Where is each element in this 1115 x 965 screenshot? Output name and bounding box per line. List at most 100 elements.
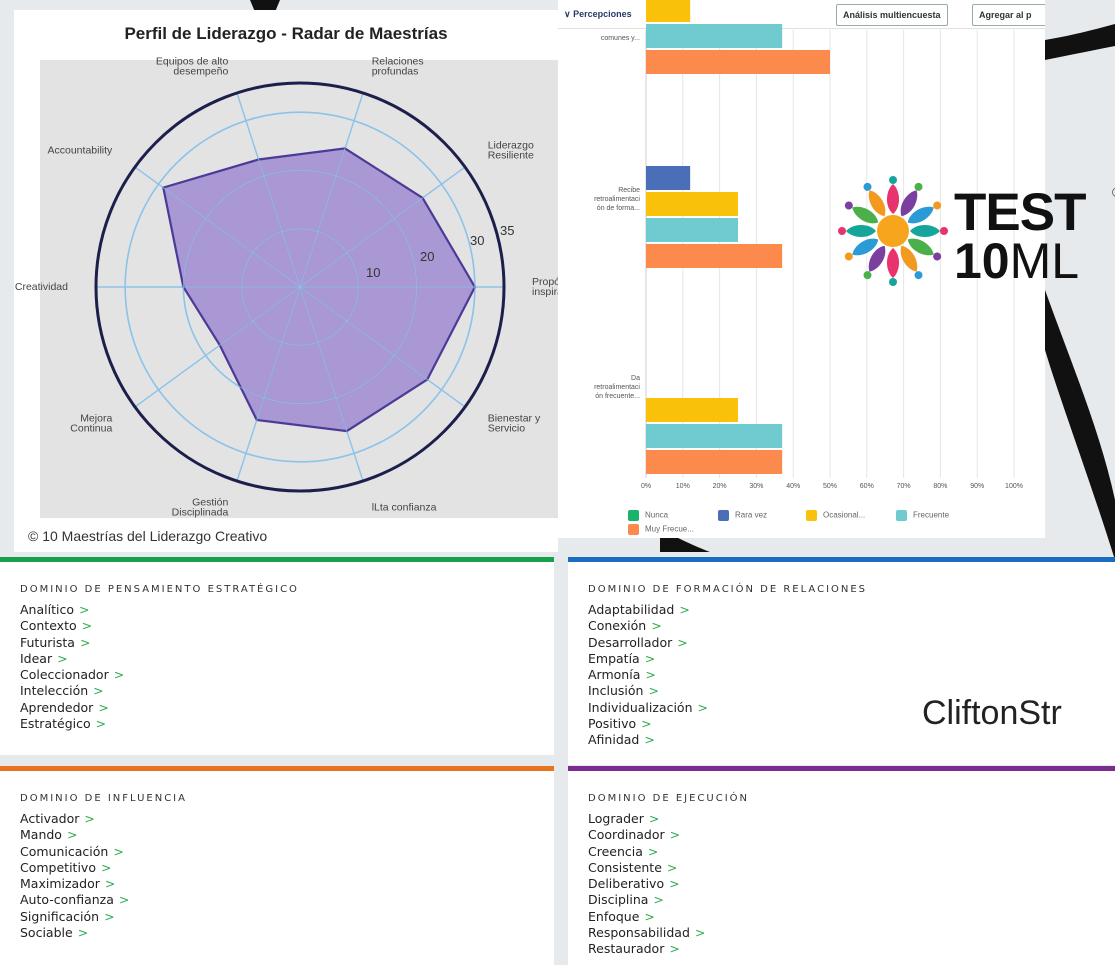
strength-label: Disciplina [588,892,649,908]
strength-link[interactable]: Adaptabilidad > [588,602,708,618]
logo-person-head [933,201,942,210]
strength-link[interactable]: Individualización > [588,700,708,716]
domain-title: DOMINIO DE EJECUCIÓN [588,793,749,804]
logo-person-head [889,278,897,286]
people-flower-logo-icon [838,176,948,286]
bar-x-tick-label: 30% [749,483,763,490]
strengths-list: Adaptabilidad > Conexión > Desarrollador > Emp… [588,602,708,749]
bar [646,424,783,448]
legend-swatch [896,510,907,521]
legend-label: Frecuente [913,510,950,520]
chevron-right-icon: > [697,699,708,715]
strength-link[interactable]: Empatía > [588,651,708,667]
strength-link[interactable]: Significación > [20,909,129,925]
strength-link[interactable]: Comunicación > [20,844,129,860]
strength-link[interactable]: Analítico > [20,602,124,618]
chevron-right-icon: > [104,908,115,924]
domain-executing-panel: DOMINIO DE EJECUCIÓN Lograder > Coordinador… [568,766,1115,965]
strength-link[interactable]: Armonía > [588,667,708,683]
domain-strategic-thinking-panel: DOMINIO DE PENSAMIENTO ESTRATÉGICO Analít… [0,557,554,755]
radar-axis-label: Liderazgo Resiliente [488,140,534,162]
test-10ml-logo: TEST 10ML ® [836,176,1115,289]
legend-label: Ocasional... [823,510,866,520]
chevron-right-icon: > [669,941,680,957]
strength-link[interactable]: Disciplina > [588,892,705,908]
strength-link[interactable]: Coleccionador > [20,667,124,683]
strength-link[interactable]: Deliberativo > [588,876,705,892]
strengths-list: Activador > Mando > Comunicación > Competitivo… [20,811,129,941]
legend-label: Nunca [645,510,669,520]
logo-person-head [940,227,948,235]
domain-color-bar [568,557,1115,562]
legend-item[interactable]: Ocasional... [806,510,865,521]
strength-link[interactable]: Positivo > [588,716,708,732]
bar-x-tick-label: 60% [860,483,874,490]
bar-x-tick-label: 80% [933,483,947,490]
strength-link[interactable]: Mando > [20,827,129,843]
strength-label: Enfoque [588,908,640,924]
bar-x-tick-label: 10% [676,483,690,490]
strength-link[interactable]: Futurista > [20,635,124,651]
legend-swatch [628,524,639,535]
strength-label: Empatía [588,650,640,666]
strength-link[interactable]: Aprendedor > [20,700,124,716]
chevron-right-icon: > [104,876,116,892]
domain-relationship-building-panel: DOMINIO DE FORMACIÓN DE RELACIONES Adapta… [568,557,1115,765]
strength-link[interactable]: Responsabilidad > [588,925,705,941]
strength-link[interactable]: Inclusión > [588,683,708,699]
strength-label: Positivo [588,716,637,732]
strength-link[interactable]: Contexto > [20,618,124,634]
legend-item[interactable]: Nunca [628,510,668,521]
strength-label: Analítico [20,602,74,617]
bar-category-label: Recibe [618,187,640,194]
strength-label: Lograder [588,811,644,826]
strength-label: Desarrollador [588,634,673,650]
logo-person-head [889,176,897,184]
strength-link[interactable]: Conexión > [588,618,708,634]
legend-item[interactable]: Rara vez [718,510,767,521]
chevron-right-icon: > [669,827,681,843]
chevron-right-icon: > [669,876,680,892]
bar [646,0,691,22]
strength-link[interactable]: Restaurador > [588,941,705,957]
strength-label: Conexión [588,618,647,634]
legend-item[interactable]: Muy Frecue... [628,524,694,535]
chevron-right-icon: > [84,811,95,826]
strength-link[interactable]: Consistente > [588,860,705,876]
chevron-right-icon: > [644,650,656,666]
logo-person-head [914,271,923,280]
logo-petal [886,184,900,214]
bar [646,50,830,74]
bar [646,218,738,242]
strength-link[interactable]: Desarrollador > [588,635,708,651]
radar-axis-label: Propósito einspiración [532,276,558,298]
legend-item[interactable]: Frecuente [896,510,949,521]
chevron-right-icon: > [645,667,656,683]
strength-link[interactable]: Sociable > [20,925,129,941]
strength-label: Contexto [20,618,77,634]
legend-label: Muy Frecue... [645,524,694,534]
bar-category-label: ón frecuente... [595,393,640,400]
strength-link[interactable]: Intelección > [20,683,124,699]
strength-link[interactable]: Maximizador > [20,876,129,892]
strength-link[interactable]: Idear > [20,651,124,667]
chevron-right-icon: > [78,602,90,617]
strength-link[interactable]: Enfoque > [588,909,705,925]
bar-x-tick-label: 70% [897,483,911,490]
strength-link[interactable]: Creencia > [588,844,705,860]
radar-tick-label: 20 [420,249,434,264]
strength-link[interactable]: Auto-confianza > [20,892,129,908]
strength-link[interactable]: Lograder > [588,811,705,827]
logo-petal [846,225,876,237]
strength-link[interactable]: Estratégico > [20,716,124,732]
legend-swatch [806,510,817,521]
strength-link[interactable]: Afinidad > [588,732,708,748]
strength-label: Inclusión [588,683,644,699]
bar-category-label: Da [631,375,640,382]
chevron-right-icon: > [647,843,659,859]
strength-link[interactable]: Competitivo > [20,860,129,876]
strength-link[interactable]: Activador > [20,811,129,827]
domain-color-bar [568,766,1115,771]
strength-link[interactable]: Coordinador > [588,827,705,843]
domain-title: DOMINIO DE INFLUENCIA [20,793,187,804]
